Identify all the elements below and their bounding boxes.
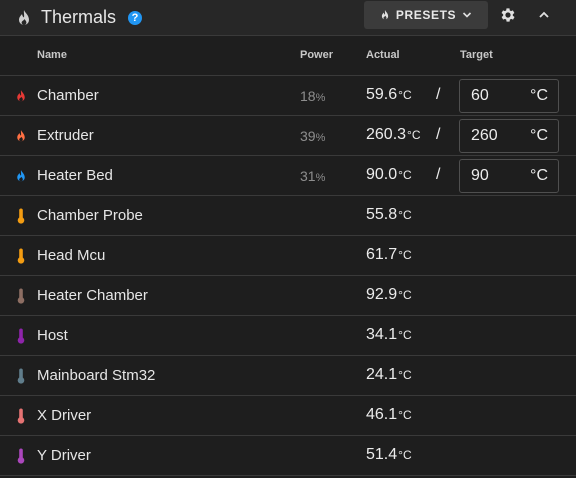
unit-label: °C <box>398 408 412 422</box>
heater-power: 31% <box>300 168 325 184</box>
thermals-panel: Thermals ? PRESETS Name Power Actual Tar… <box>0 0 576 478</box>
target-value[interactable]: 60 <box>471 87 489 105</box>
thermometer-icon <box>14 208 28 224</box>
sensor-actual-temp: 24.1°C <box>366 366 412 384</box>
fire-icon <box>14 168 28 184</box>
heater-row: Chamber 18% 59.6°C/60 °C <box>0 76 576 116</box>
actual-value: 92.9 <box>366 286 398 303</box>
separator: / <box>436 166 441 183</box>
target-unit: °C <box>530 167 548 184</box>
actual-value: 24.1 <box>366 366 398 383</box>
thermometer-icon <box>14 408 28 424</box>
unit-label: °C <box>398 448 412 462</box>
chevron-down-icon <box>462 11 472 19</box>
power-value: 39 <box>300 128 316 144</box>
presets-button[interactable]: PRESETS <box>364 1 488 29</box>
heater-name[interactable]: Chamber <box>37 87 99 104</box>
target-temp-input[interactable]: 60 °C <box>459 79 559 113</box>
heater-actual-temp: 59.6°C <box>366 86 412 104</box>
actual-value: 34.1 <box>366 326 398 343</box>
heater-actual-temp: 260.3°C <box>366 126 421 144</box>
thermometer-icon <box>14 288 28 304</box>
fire-icon <box>16 9 32 27</box>
actual-value: 59.6 <box>366 86 398 103</box>
unit-label: °C <box>398 328 412 342</box>
sensor-name[interactable]: Mainboard Stm32 <box>37 367 155 384</box>
sensor-row: Heater Chamber 92.9°C <box>0 276 576 316</box>
unit-label: °C <box>398 288 412 302</box>
sensor-actual-temp: 61.7°C <box>366 246 412 264</box>
separator: / <box>436 86 441 103</box>
unit-label: °C <box>398 88 412 102</box>
power-unit: % <box>315 132 326 144</box>
thermometer-icon <box>14 248 28 264</box>
heater-name[interactable]: Extruder <box>37 127 94 144</box>
help-icon[interactable]: ? <box>128 10 143 25</box>
gear-icon[interactable] <box>499 6 517 24</box>
unit-label: °C <box>398 368 412 382</box>
panel-title: Thermals <box>41 7 117 27</box>
sensor-actual-temp: 55.8°C <box>366 206 412 224</box>
sensor-name[interactable]: X Driver <box>37 407 91 424</box>
heater-row: Heater Bed 31% 90.0°C/90 °C <box>0 156 576 196</box>
sensor-name[interactable]: Chamber Probe <box>37 207 143 224</box>
separator: / <box>436 126 441 143</box>
actual-value: 61.7 <box>366 246 398 263</box>
sensor-row: Host 34.1°C <box>0 316 576 356</box>
sensor-list: Chamber 18% 59.6°C/60 °C Extruder 39% 260.3°C /… <box>0 76 576 476</box>
sensor-name[interactable]: Y Driver <box>37 447 91 464</box>
actual-value: 51.4 <box>366 446 398 463</box>
thermometer-icon <box>14 368 28 384</box>
target-unit: °C <box>530 127 548 144</box>
presets-label: PRESETS <box>395 8 457 22</box>
power-unit: % <box>315 172 326 184</box>
unit-label: °C <box>407 128 421 142</box>
heater-power: 18% <box>300 88 325 104</box>
thermometer-icon <box>14 448 28 464</box>
sensor-row: Y Driver 51.4°C <box>0 436 576 476</box>
target-temp-input[interactable]: 90 °C <box>459 159 559 193</box>
unit-label: °C <box>398 208 412 222</box>
target-value[interactable]: 90 <box>471 167 489 185</box>
unit-label: °C <box>398 248 412 262</box>
chevron-up-icon[interactable] <box>536 7 552 23</box>
heater-actual-temp: 90.0°C <box>366 166 412 184</box>
sensor-name[interactable]: Heater Chamber <box>37 287 148 304</box>
sensor-actual-temp: 34.1°C <box>366 326 412 344</box>
actual-value: 260.3 <box>366 126 407 143</box>
sensor-actual-temp: 51.4°C <box>366 446 412 464</box>
column-actual: Actual <box>366 49 400 61</box>
target-unit: °C <box>530 87 548 104</box>
sensor-row: Head Mcu 61.7°C <box>0 236 576 276</box>
target-temp-input[interactable]: 260 °C <box>459 119 559 153</box>
target-value[interactable]: 260 <box>471 127 498 145</box>
sensor-actual-temp: 92.9°C <box>366 286 412 304</box>
heater-name[interactable]: Heater Bed <box>37 167 113 184</box>
unit-label: °C <box>398 168 412 182</box>
fire-icon <box>380 9 390 21</box>
heater-power: 39% <box>300 128 325 144</box>
column-headers: Name Power Actual Target <box>0 36 576 76</box>
thermometer-icon <box>14 328 28 344</box>
actual-value: 90.0 <box>366 166 398 183</box>
sensor-name[interactable]: Head Mcu <box>37 247 105 264</box>
column-name: Name <box>37 49 67 61</box>
sensor-actual-temp: 46.1°C <box>366 406 412 424</box>
actual-value: 55.8 <box>366 206 398 223</box>
power-unit: % <box>315 92 326 104</box>
column-target: Target <box>460 49 493 61</box>
sensor-row: X Driver 46.1°C <box>0 396 576 436</box>
heater-row: Extruder 39% 260.3°C/260 °C <box>0 116 576 156</box>
panel-header: Thermals ? PRESETS <box>0 0 576 36</box>
column-power: Power <box>300 49 334 61</box>
sensor-row: Chamber Probe 55.8°C <box>0 196 576 236</box>
power-value: 31 <box>300 168 316 184</box>
fire-icon <box>14 128 28 144</box>
actual-value: 46.1 <box>366 406 398 423</box>
sensor-row: Mainboard Stm32 24.1°C <box>0 356 576 396</box>
sensor-name[interactable]: Host <box>37 327 68 344</box>
power-value: 18 <box>300 88 316 104</box>
fire-icon <box>14 88 28 104</box>
